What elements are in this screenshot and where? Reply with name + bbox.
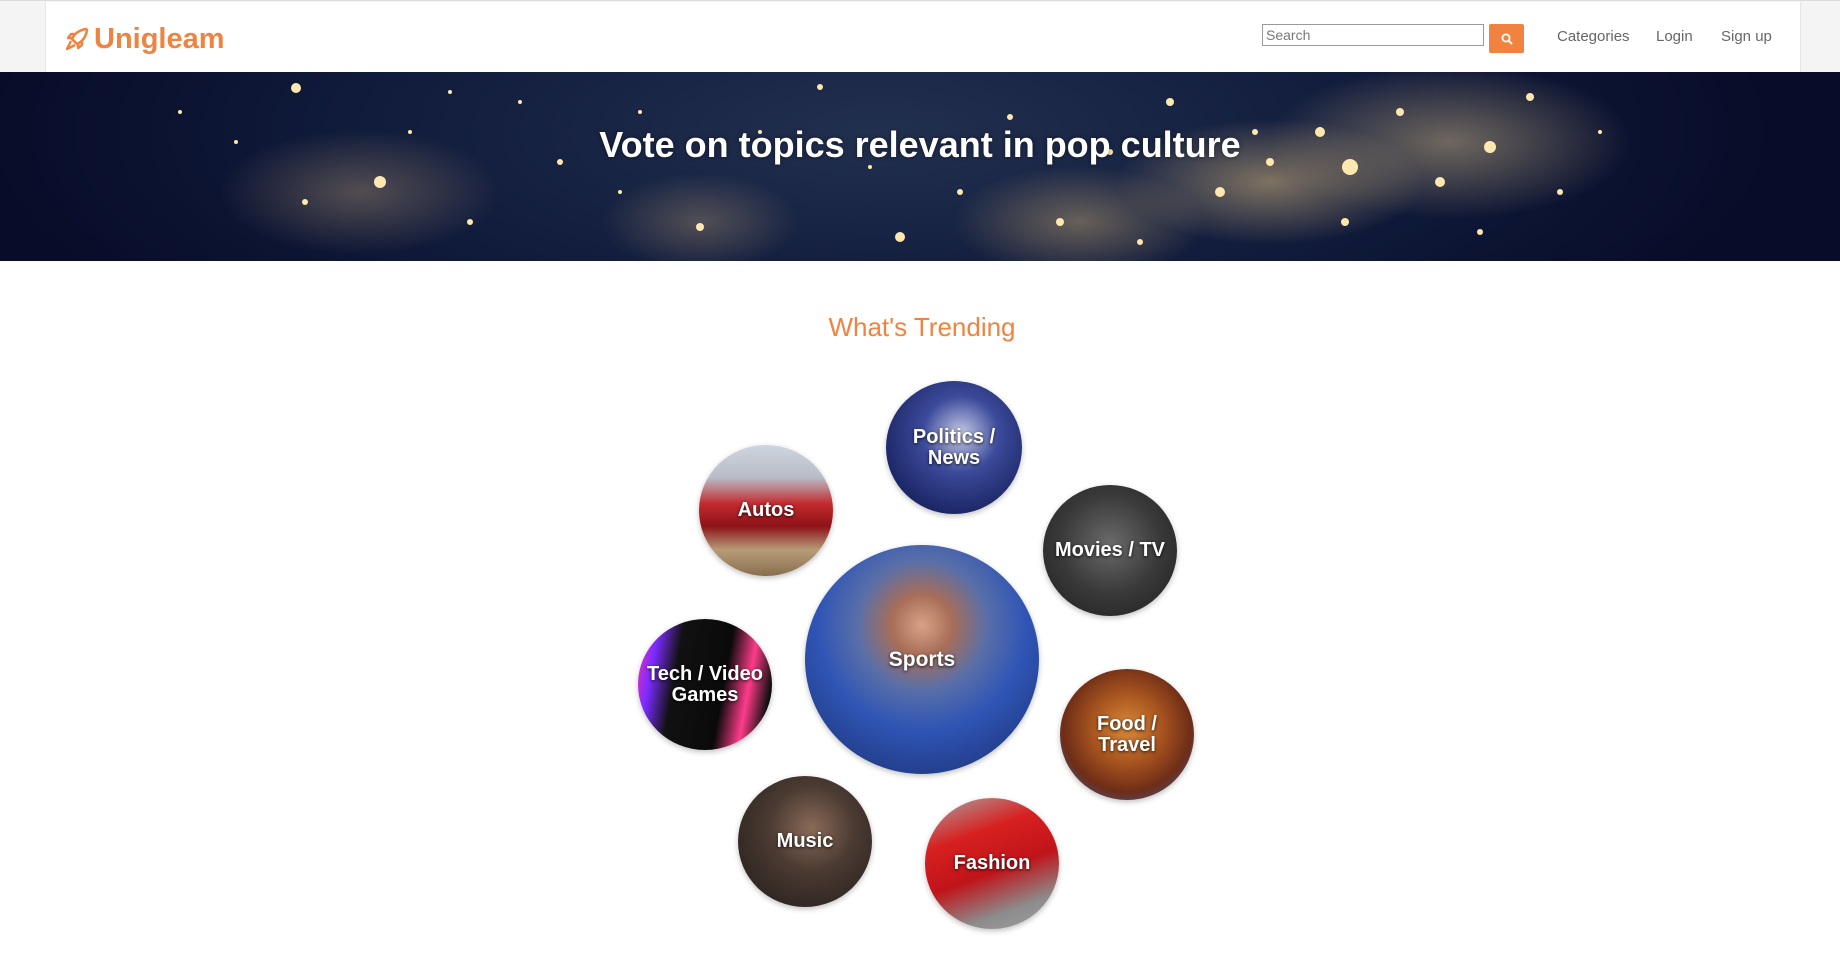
nav-login-link[interactable]: Login [1656, 28, 1693, 45]
search-button[interactable] [1489, 24, 1524, 53]
category-label: Food / Travel [1097, 712, 1157, 756]
category-bubble-food-travel[interactable]: Food / Travel [1060, 669, 1194, 800]
brand-name: Unigleam [94, 22, 225, 55]
category-label: Tech / Video Games [647, 662, 763, 706]
nav-categories-link[interactable]: Categories [1557, 28, 1630, 45]
category-bubble-sports[interactable]: Sports [805, 545, 1039, 774]
navbar-inner: Unigleam Categories Login Sign up [45, 2, 1801, 73]
category-label: Fashion [953, 852, 1031, 874]
brand-logo[interactable]: Unigleam [64, 21, 225, 57]
search-icon [1501, 33, 1513, 45]
nav-signup-link[interactable]: Sign up [1721, 28, 1772, 45]
category-label: Movies / TV [1054, 539, 1166, 561]
category-label: Politics / News [912, 425, 996, 469]
night-lights-map [178, 83, 1602, 245]
hero-banner: Vote on topics relevant in pop culture [0, 72, 1840, 261]
trending-title: What's Trending [828, 312, 1016, 342]
category-bubble-tech-video-games[interactable]: Tech / Video Games [638, 619, 772, 750]
hero-title: Vote on topics relevant in pop culture [599, 124, 1241, 165]
category-label: Music [776, 830, 834, 852]
category-bubble-music[interactable]: Music [738, 776, 872, 907]
search-input[interactable] [1262, 24, 1484, 46]
rocket-icon [65, 27, 89, 51]
category-bubble-movies-tv[interactable]: Movies / TV [1043, 485, 1177, 616]
category-bubble-fashion[interactable]: Fashion [925, 798, 1059, 929]
top-navbar: Unigleam Categories Login Sign up [0, 0, 1840, 73]
category-label: Sports [888, 648, 956, 671]
category-bubble-politics-news[interactable]: Politics / News [886, 381, 1022, 514]
